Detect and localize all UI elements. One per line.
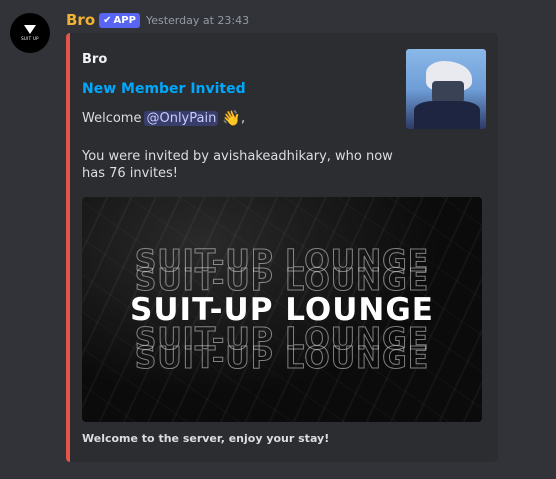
wave-emoji-icon: 👋	[222, 109, 242, 127]
banner-text-echo: SUIT-UP LOUNGE	[134, 262, 430, 298]
embed-thumbnail[interactable]	[406, 49, 486, 129]
username[interactable]: Bro	[66, 11, 95, 29]
verified-check-icon: ✔	[103, 14, 112, 26]
embed-banner-image[interactable]: SUIT-UP LOUNGE SUIT-UP LOUNGE SUIT-UP LO…	[82, 197, 482, 422]
embed: Bro New Member Invited Welcome @OnlyPain…	[66, 33, 498, 462]
welcome-suffix: ,	[241, 110, 246, 126]
embed-welcome-line: Welcome @OnlyPain 👋 ,	[82, 109, 245, 127]
embed-description: You were invited by avishakeadhikary, wh…	[82, 149, 393, 181]
welcome-prefix: Welcome	[82, 110, 142, 126]
embed-title: New Member Invited	[82, 81, 246, 97]
app-badge: ✔ APP	[99, 12, 140, 28]
bot-avatar[interactable]: SUIT UP	[10, 13, 50, 53]
avatar-logo-text: SUIT UP	[21, 36, 39, 41]
suit-logo-icon	[24, 25, 36, 34]
user-mention[interactable]: @OnlyPain	[144, 110, 219, 126]
app-badge-label: APP	[113, 14, 136, 26]
thumbnail-body-shape	[414, 101, 480, 129]
embed-footer: Welcome to the server, enjoy your stay!	[82, 432, 330, 445]
timestamp[interactable]: Yesterday at 23:43	[146, 14, 249, 27]
thumbnail-mask-shape	[432, 81, 464, 103]
embed-author: Bro	[82, 52, 108, 67]
banner-text-echo: SUIT-UP LOUNGE	[134, 340, 430, 376]
message-header: Bro ✔ APP Yesterday at 23:43	[66, 11, 249, 29]
banner-title: SUIT-UP LOUNGE	[130, 291, 434, 328]
